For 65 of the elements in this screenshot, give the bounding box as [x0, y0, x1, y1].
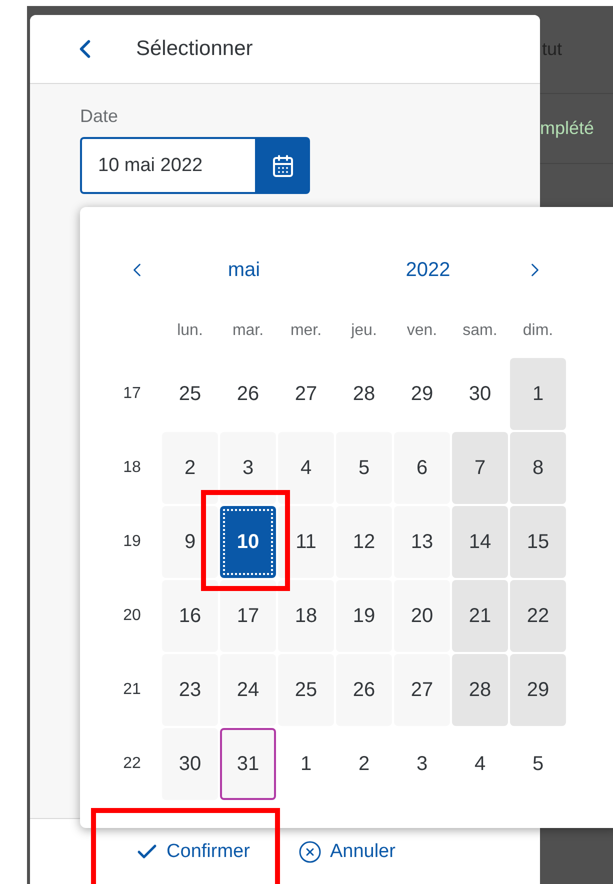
week-number: 18 — [122, 458, 142, 478]
week-number: 17 — [122, 384, 142, 404]
day-cell[interactable]: 9 — [162, 506, 218, 578]
day-cell[interactable]: 30 — [162, 728, 218, 800]
month-button[interactable]: mai — [220, 254, 268, 286]
day-cell[interactable]: 28 — [452, 654, 508, 726]
weekday-label: lun. — [176, 321, 204, 341]
day-cell[interactable]: 10 — [220, 506, 276, 578]
week-number: 22 — [122, 754, 142, 774]
day-cell[interactable]: 3 — [220, 432, 276, 504]
weekday-label: ven. — [406, 321, 438, 341]
calendar-button[interactable] — [255, 137, 310, 194]
day-cell[interactable]: 2 — [162, 432, 218, 504]
day-cell[interactable]: 19 — [336, 580, 392, 652]
week-number: 21 — [122, 680, 142, 700]
day-cell[interactable]: 28 — [336, 358, 392, 430]
cancel-icon — [298, 840, 322, 864]
date-field[interactable]: 10 mai 2022 — [80, 137, 255, 194]
day-cell[interactable]: 25 — [162, 358, 218, 430]
day-cell[interactable]: 27 — [278, 358, 334, 430]
day-cell[interactable]: 1 — [278, 728, 334, 800]
dialog-title: Sélectionner — [136, 37, 253, 61]
day-cell[interactable]: 17 — [220, 580, 276, 652]
weekday-label: mer. — [289, 321, 323, 341]
day-cell[interactable]: 12 — [336, 506, 392, 578]
day-cell[interactable]: 6 — [394, 432, 450, 504]
day-cell[interactable]: 25 — [278, 654, 334, 726]
day-cell[interactable]: 1 — [510, 358, 566, 430]
day-cell[interactable]: 30 — [452, 358, 508, 430]
confirm-button[interactable]: Confirmer — [130, 834, 254, 870]
day-cell[interactable]: 5 — [336, 432, 392, 504]
weekday-label: jeu. — [350, 321, 378, 341]
day-cell[interactable]: 23 — [162, 654, 218, 726]
field-label: Date — [80, 106, 120, 127]
day-cell[interactable]: 4 — [452, 728, 508, 800]
day-cell[interactable]: 15 — [510, 506, 566, 578]
day-cell[interactable]: 14 — [452, 506, 508, 578]
day-cell[interactable]: 29 — [510, 654, 566, 726]
day-cell[interactable]: 18 — [278, 580, 334, 652]
day-cell[interactable]: 3 — [394, 728, 450, 800]
day-cell[interactable]: 26 — [336, 654, 392, 726]
calendar-icon — [270, 154, 294, 178]
day-cell[interactable]: 4 — [278, 432, 334, 504]
weekday-label: mar. — [231, 321, 265, 341]
week-number: 20 — [122, 606, 142, 626]
day-cell[interactable]: 11 — [278, 506, 334, 578]
day-cell[interactable]: 27 — [394, 654, 450, 726]
day-cell[interactable]: 24 — [220, 654, 276, 726]
day-cell[interactable]: 5 — [510, 728, 566, 800]
day-cell[interactable]: 29 — [394, 358, 450, 430]
day-cell[interactable]: 20 — [394, 580, 450, 652]
year-button[interactable]: 2022 — [398, 254, 458, 286]
week-number: 19 — [122, 532, 142, 552]
day-cell[interactable]: 13 — [394, 506, 450, 578]
day-cell[interactable]: 16 — [162, 580, 218, 652]
day-cell[interactable]: 7 — [452, 432, 508, 504]
cancel-button[interactable]: Annuler — [294, 834, 400, 870]
day-cell[interactable]: 2 — [336, 728, 392, 800]
weekday-label: sam. — [462, 321, 498, 341]
day-cell[interactable]: 31 — [220, 728, 276, 800]
day-cell[interactable]: 26 — [220, 358, 276, 430]
day-cell[interactable]: 21 — [452, 580, 508, 652]
weekday-label: dim. — [522, 321, 554, 341]
day-cell[interactable]: 8 — [510, 432, 566, 504]
day-cell[interactable]: 22 — [510, 580, 566, 652]
